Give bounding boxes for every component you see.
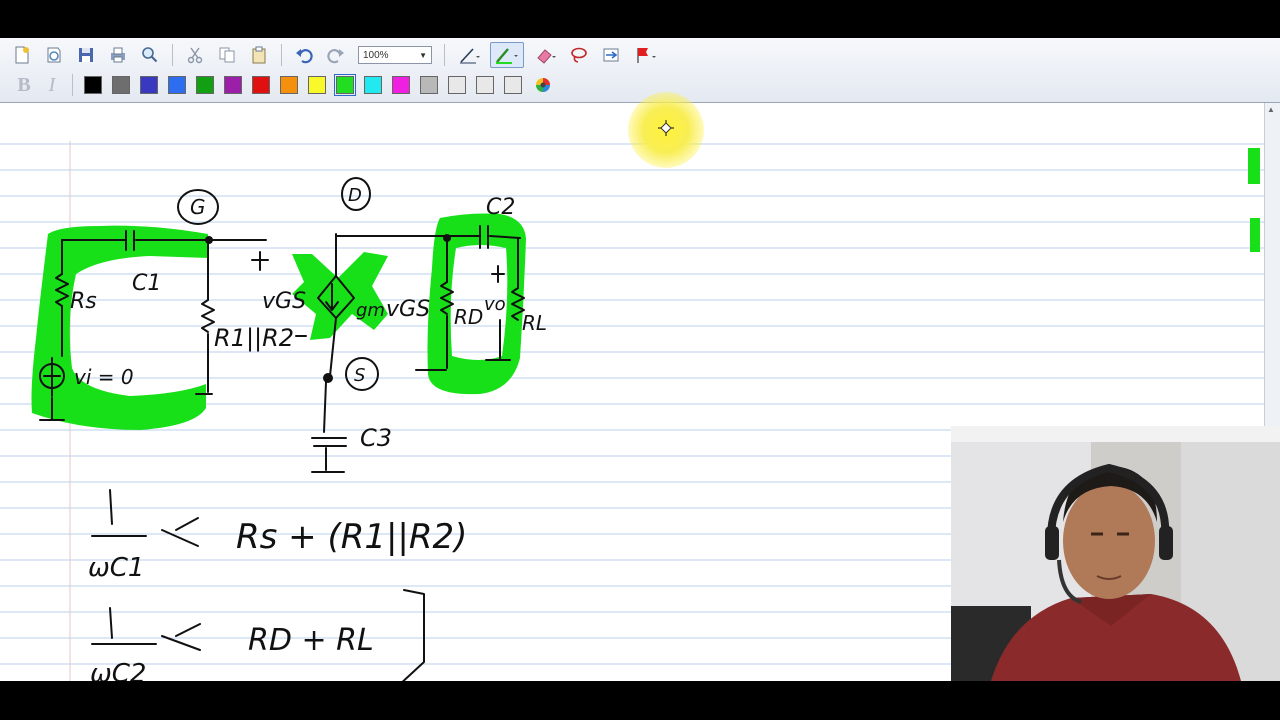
highlighter-icon[interactable] xyxy=(490,42,524,68)
gm-label: gm xyxy=(356,300,385,321)
eraser-icon[interactable] xyxy=(530,42,560,68)
zoom-value: 100% xyxy=(363,49,389,61)
color-swatch[interactable] xyxy=(448,76,466,94)
flag-icon[interactable] xyxy=(630,42,662,68)
copy-icon[interactable] xyxy=(214,42,240,68)
save-icon[interactable] xyxy=(73,42,99,68)
node-drain-label: D xyxy=(348,185,362,206)
video-letterbox-top xyxy=(0,0,1280,38)
source-vi-label: vi = 0 xyxy=(74,365,134,389)
vgs-right-label: vGS xyxy=(386,297,430,322)
bold-button[interactable]: B xyxy=(14,74,34,96)
search-icon[interactable] xyxy=(137,42,163,68)
color-swatch[interactable] xyxy=(112,76,130,94)
webcam-overlay xyxy=(951,426,1280,681)
res-rl-label: RL xyxy=(522,311,547,335)
presenter-video xyxy=(951,426,1280,681)
pen-icon[interactable] xyxy=(454,42,484,68)
insert-space-icon[interactable] xyxy=(598,42,624,68)
color-swatch[interactable] xyxy=(140,76,158,94)
node-gate-label: G xyxy=(190,195,206,219)
color-palette xyxy=(79,74,527,96)
res-rd-label: RD xyxy=(454,305,483,329)
color-swatch[interactable] xyxy=(84,76,102,94)
color-swatch[interactable] xyxy=(280,76,298,94)
new-page-icon[interactable] xyxy=(9,42,35,68)
color-swatch[interactable] xyxy=(504,76,522,94)
italic-button[interactable]: I xyxy=(42,74,62,96)
toolbar-row-main: 100% ▼ xyxy=(6,40,665,70)
color-swatch[interactable] xyxy=(196,76,214,94)
color-swatch[interactable] xyxy=(392,76,410,94)
eq2-denominator: ωC2 xyxy=(90,659,146,681)
print-icon[interactable] xyxy=(105,42,131,68)
highlight-strokes xyxy=(31,148,1260,430)
redo-icon[interactable] xyxy=(323,42,349,68)
cap-c1-label: C1 xyxy=(132,271,161,296)
color-swatch[interactable] xyxy=(420,76,438,94)
settings-icon[interactable] xyxy=(41,42,67,68)
undo-icon[interactable] xyxy=(291,42,317,68)
vo-label: vo xyxy=(484,294,506,315)
video-letterbox-bottom xyxy=(0,681,1280,720)
res-r12-label: R1||R2 xyxy=(214,324,294,352)
lasso-icon[interactable] xyxy=(566,42,592,68)
color-swatch[interactable] xyxy=(364,76,382,94)
color-swatch[interactable] xyxy=(168,76,186,94)
chevron-up-icon[interactable]: ▲ xyxy=(1267,105,1277,115)
color-swatch[interactable] xyxy=(224,76,242,94)
color-swatch[interactable] xyxy=(334,74,356,96)
node-source-label: S xyxy=(354,365,365,386)
zoom-select[interactable]: 100% ▼ xyxy=(358,46,432,64)
color-swatch[interactable] xyxy=(252,76,270,94)
toolbar-separator xyxy=(72,74,73,96)
cap-c3-label: C3 xyxy=(360,424,392,452)
color-swatch[interactable] xyxy=(308,76,326,94)
eq2-rhs: RD + RL xyxy=(248,623,374,658)
toolbar-separator xyxy=(281,44,282,66)
cut-icon[interactable] xyxy=(182,42,208,68)
vgs-left-label: vGS xyxy=(262,289,306,314)
color-swatch[interactable] xyxy=(476,76,494,94)
paste-icon[interactable] xyxy=(246,42,272,68)
eq1-rhs: Rs + (R1||R2) xyxy=(236,517,467,557)
chevron-down-icon: ▼ xyxy=(419,50,427,60)
toolbar-separator xyxy=(444,44,445,66)
cap-c2-label: C2 xyxy=(486,195,515,220)
toolbar: 100% ▼ B I xyxy=(0,38,1280,103)
toolbar-row-colors: B I xyxy=(10,70,559,100)
res-rs-label: Rs xyxy=(70,289,97,314)
eq1-denominator: ωC1 xyxy=(88,553,144,583)
toolbar-separator xyxy=(172,44,173,66)
color-picker-icon[interactable] xyxy=(530,72,556,98)
